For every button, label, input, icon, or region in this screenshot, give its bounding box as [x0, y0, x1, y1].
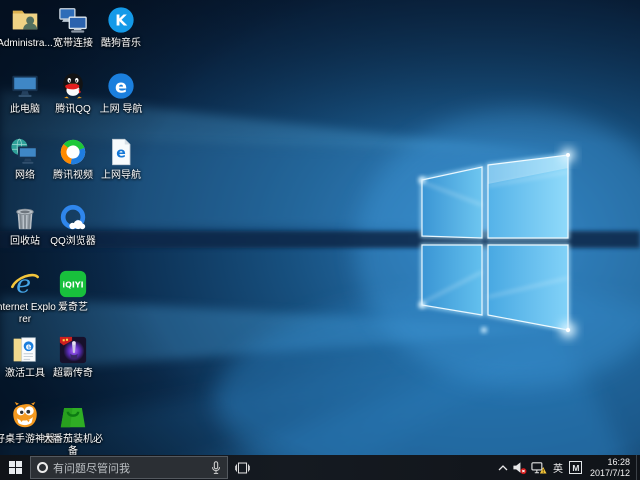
this-pc-icon [10, 71, 40, 101]
taskbar-search-box[interactable]: 有问题尽管问我 [30, 456, 228, 479]
volume-button[interactable] [511, 455, 529, 480]
taskbar: 有问题尽管问我 [0, 455, 640, 480]
desktop-icon-label: 上网 导航 [89, 104, 153, 116]
tomato-icon [58, 401, 88, 431]
search-placeholder-text: 有问题尽管问我 [53, 460, 206, 476]
ime-language-indicator[interactable]: 英 [549, 455, 567, 480]
desktop-icon-internet-explorer[interactable]: eInternet Explorer [1, 269, 49, 326]
svg-text:e: e [26, 342, 32, 352]
desktop-icon-kugou[interactable]: K酷狗音乐 [97, 5, 145, 50]
speaker-muted-icon [512, 461, 527, 475]
microphone-icon[interactable] [211, 460, 221, 476]
svg-text:e: e [115, 77, 127, 98]
desktop-icon-label: QQ浏览器 [41, 236, 105, 248]
ime-mode-icon: M [569, 461, 582, 474]
tencent-video-icon [58, 137, 88, 167]
taskbar-clock[interactable]: 16:28 2017/7/12 [585, 455, 636, 480]
chevron-up-icon [498, 465, 508, 471]
nav-doc-icon: e [106, 137, 136, 167]
kugou-icon: K [106, 5, 136, 35]
windows-logo-icon [9, 461, 22, 474]
svg-text:e: e [16, 269, 31, 298]
qq-browser-icon [58, 203, 88, 233]
desktop-icon-iqiyi[interactable]: iQIYI爱奇艺 [49, 269, 97, 314]
desktop-icon-tomato[interactable]: 大番茄装机必备 [49, 401, 97, 458]
desktop-icon-label: 爱奇艺 [41, 302, 105, 314]
network-icon [10, 137, 40, 167]
iqiyi-icon: iQIYI [58, 269, 88, 299]
svg-text:e: e [116, 146, 126, 162]
tencent-qq-icon [58, 71, 88, 101]
svg-text:iQIYI: iQIYI [62, 280, 83, 289]
network-warning-icon [531, 461, 547, 475]
tray-overflow-button[interactable] [495, 455, 511, 480]
desktop-icon-label: 超霸传奇 [41, 368, 105, 380]
ime-mode-button[interactable]: M [567, 455, 585, 480]
svg-text:K: K [115, 12, 128, 30]
nav-circle-icon: e [106, 71, 136, 101]
start-button[interactable] [0, 455, 30, 480]
task-view-button[interactable] [228, 455, 257, 480]
cortana-ring-icon [37, 462, 48, 473]
desktop-icon-nav-doc[interactable]: e上网导航 [97, 137, 145, 182]
desktop-screen: Administra...宽带连接K酷狗音乐此电脑腾讯QQe上网 导航网络腾讯视… [0, 0, 640, 480]
clock-date: 2017/7/12 [590, 468, 630, 479]
clock-time: 16:28 [607, 457, 630, 468]
activation-tool-icon: e [10, 335, 40, 365]
task-view-icon [235, 462, 250, 474]
administrator-icon [10, 5, 40, 35]
desktop-icon-qq-browser[interactable]: QQ浏览器 [49, 203, 97, 248]
desktop-icon-label: 上网导航 [89, 170, 153, 182]
desktop-icon-label: 酷狗音乐 [89, 38, 153, 50]
internet-explorer-icon: e [10, 269, 40, 299]
network-button[interactable] [529, 455, 549, 480]
desktop-icon-grid: Administra...宽带连接K酷狗音乐此电脑腾讯QQe上网 导航网络腾讯视… [0, 0, 640, 455]
desktop-icon-chaoba-legend[interactable]: 超霸传奇 [49, 335, 97, 380]
haozhuo-icon [10, 401, 40, 431]
show-desktop-button[interactable] [636, 455, 640, 480]
chaoba-legend-icon [58, 335, 88, 365]
broadband-icon [58, 5, 88, 35]
system-tray: 英 M 16:28 2017/7/12 [495, 455, 640, 480]
desktop-icon-nav-circle[interactable]: e上网 导航 [97, 71, 145, 116]
recycle-bin-icon [10, 203, 40, 233]
